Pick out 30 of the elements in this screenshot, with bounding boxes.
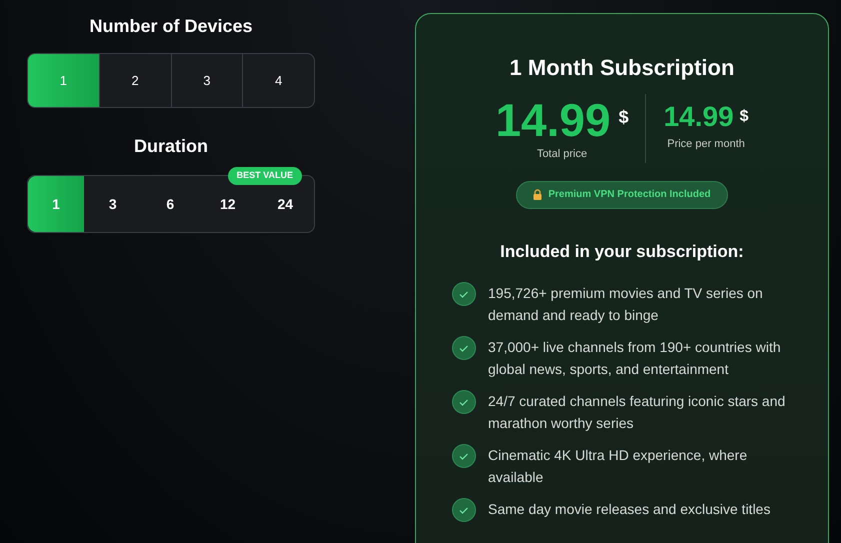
device-count-option[interactable]: 4 bbox=[242, 54, 314, 107]
feature-text: Same day movie releases and exclusive titles bbox=[488, 500, 770, 519]
included-heading: Included in your subscription: bbox=[500, 240, 744, 262]
duration-option[interactable]: 12 bbox=[199, 184, 256, 232]
check-circle-icon bbox=[452, 444, 476, 468]
total-price: 14.99 bbox=[495, 94, 611, 146]
devices-title: Number of Devices bbox=[89, 15, 253, 38]
duration-option[interactable]: 6 bbox=[142, 184, 199, 232]
currency-symbol: $ bbox=[740, 107, 749, 127]
feature-text: Cinematic 4K Ultra HD experience, where available bbox=[488, 446, 748, 487]
check-circle-icon bbox=[452, 336, 476, 360]
check-circle-icon bbox=[452, 498, 476, 522]
feature-text: 195,726+ premium movies and TV series on demand and ready to binge bbox=[488, 284, 764, 325]
total-price-label: Total price bbox=[536, 147, 588, 162]
currency-symbol: $ bbox=[618, 106, 629, 129]
device-count-option[interactable]: 2 bbox=[98, 54, 170, 107]
feature-text: 37,000+ live channels from 190+ countries with global news, sports, and entertainment bbox=[488, 338, 782, 379]
vpn-badge-text: Premium VPN Protection Included bbox=[548, 188, 711, 202]
check-circle-icon bbox=[452, 390, 476, 414]
duration-option[interactable]: 24 bbox=[256, 184, 314, 232]
plan-title: 1 Month Subscription bbox=[510, 54, 734, 82]
monthly-price: 14.99 bbox=[664, 100, 734, 134]
lock-icon bbox=[533, 189, 542, 200]
monthly-price-label: Price per month bbox=[667, 137, 745, 152]
device-count-option[interactable]: 3 bbox=[170, 54, 242, 107]
best-value-badge: BEST VALUE bbox=[228, 167, 302, 184]
feature-text: 24/7 curated channels featuring iconic stars and marathon worthy series bbox=[488, 392, 786, 433]
duration-title: Duration bbox=[134, 135, 208, 158]
duration-option[interactable]: 3 bbox=[84, 184, 142, 232]
check-circle-icon bbox=[452, 282, 476, 306]
